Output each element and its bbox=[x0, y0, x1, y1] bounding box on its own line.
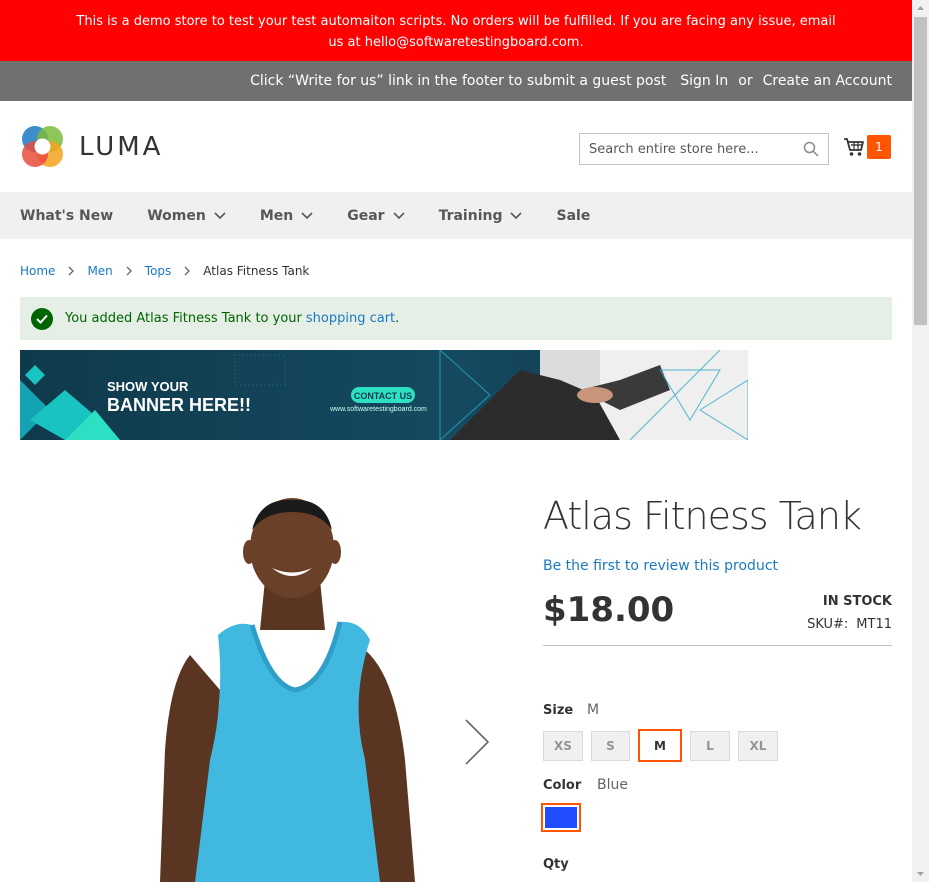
header-links: Click “Write for us” link in the footer … bbox=[0, 61, 912, 101]
banner-line1: SHOW YOUR bbox=[107, 379, 189, 394]
color-swatch-blue[interactable] bbox=[541, 803, 581, 832]
promo-banner[interactable]: SHOW YOUR BANNER HERE!! CONTACT US www.s… bbox=[20, 350, 748, 440]
stock-status: IN STOCK bbox=[822, 594, 892, 609]
chevron-down-icon bbox=[510, 212, 523, 220]
guest-post-note: Click “Write for us” link in the footer … bbox=[250, 73, 667, 89]
minicart[interactable]: 1 bbox=[843, 135, 891, 159]
size-option-xl[interactable]: XL bbox=[738, 731, 778, 761]
product-image bbox=[160, 498, 415, 882]
scroll-up-icon[interactable] bbox=[912, 0, 929, 17]
demo-notice: This is a demo store to test your test a… bbox=[0, 0, 912, 61]
breadcrumb-tops[interactable]: Tops bbox=[145, 264, 172, 278]
size-selected-value: M bbox=[587, 702, 600, 718]
page: This is a demo store to test your test a… bbox=[0, 0, 912, 882]
size-option-l[interactable]: L bbox=[690, 731, 730, 761]
message-text: You added Atlas Fitness Tank to your bbox=[65, 311, 302, 326]
sku: SKU#: MT11 bbox=[807, 617, 892, 632]
create-account-link[interactable]: Create an Account bbox=[763, 73, 892, 89]
site-header: LUMA 1 bbox=[0, 101, 912, 192]
review-link[interactable]: Be the first to review this product bbox=[543, 558, 778, 574]
banner-line2: BANNER HERE!! bbox=[107, 395, 251, 415]
search-input[interactable] bbox=[589, 141, 794, 157]
product-price: $18.00 bbox=[543, 590, 675, 630]
nav-label: Sale bbox=[556, 207, 591, 224]
scrollbar-thumb[interactable] bbox=[914, 17, 927, 325]
nav-label: Gear bbox=[347, 207, 385, 224]
banner-cta: CONTACT US bbox=[354, 391, 412, 401]
sign-in-link[interactable]: Sign In bbox=[680, 73, 728, 89]
swatch-fill bbox=[545, 807, 577, 828]
banner-artwork: SHOW YOUR BANNER HERE!! CONTACT US www.s… bbox=[20, 350, 748, 440]
size-options: XS S M L XL bbox=[543, 729, 778, 762]
nav-item-gear[interactable]: Gear bbox=[347, 207, 405, 224]
chevron-right-icon bbox=[126, 266, 132, 276]
chevron-right-icon bbox=[68, 266, 75, 276]
nav-item-training[interactable]: Training bbox=[439, 208, 523, 224]
size-option-xs[interactable]: XS bbox=[543, 731, 583, 761]
nav-item-women[interactable]: Women bbox=[147, 208, 226, 224]
breadcrumb: Home Men Tops Atlas Fitness Tank bbox=[20, 264, 309, 278]
product-gallery[interactable] bbox=[20, 460, 510, 882]
nav-item-sale[interactable]: Sale bbox=[556, 208, 590, 224]
chevron-down-icon bbox=[301, 212, 313, 220]
chevron-down-icon bbox=[392, 212, 405, 220]
success-message: You added Atlas Fitness Tank to your sho… bbox=[20, 297, 892, 340]
banner-url: www.softwaretestingboard.com bbox=[329, 406, 427, 413]
cart-icon[interactable] bbox=[843, 136, 865, 158]
qty-label: Qty bbox=[543, 857, 569, 872]
divider bbox=[543, 645, 892, 646]
checkmark-icon bbox=[31, 307, 53, 330]
nav-item-whats-new[interactable]: What's New bbox=[20, 208, 113, 224]
color-label: Color bbox=[543, 778, 582, 793]
sku-label: SKU#: bbox=[807, 617, 849, 632]
shopping-cart-link[interactable]: shopping cart bbox=[306, 311, 395, 326]
product-title: Atlas Fitness Tank bbox=[543, 494, 862, 538]
message-suffix: . bbox=[395, 311, 400, 326]
or-text: or bbox=[738, 73, 753, 89]
cart-count-badge[interactable]: 1 bbox=[867, 135, 891, 159]
main-nav: What's New Women Men Gear Training Sale bbox=[0, 192, 912, 239]
sku-value: MT11 bbox=[856, 617, 892, 632]
search-icon[interactable] bbox=[803, 141, 819, 157]
size-option-s[interactable]: S bbox=[591, 731, 630, 761]
luma-logo-icon bbox=[22, 126, 63, 167]
search-box[interactable] bbox=[579, 133, 829, 165]
breadcrumb-men[interactable]: Men bbox=[87, 264, 112, 278]
breadcrumb-current: Atlas Fitness Tank bbox=[203, 264, 310, 278]
nav-label: Women bbox=[147, 207, 206, 224]
page-scrollbar[interactable] bbox=[912, 0, 929, 882]
next-image-arrow-icon[interactable] bbox=[462, 716, 492, 768]
size-label: Size bbox=[543, 703, 574, 718]
nav-item-men[interactable]: Men bbox=[260, 208, 313, 224]
logo[interactable]: LUMA bbox=[20, 124, 163, 169]
chevron-right-icon bbox=[184, 266, 191, 276]
color-selected-value: Blue bbox=[597, 777, 628, 793]
size-option-m[interactable]: M bbox=[638, 729, 682, 762]
nav-label: Training bbox=[438, 207, 503, 224]
demo-notice-text: This is a demo store to test your test a… bbox=[76, 14, 836, 50]
breadcrumb-home[interactable]: Home bbox=[20, 264, 55, 278]
nav-label: What's New bbox=[20, 207, 114, 224]
scroll-down-icon[interactable] bbox=[912, 865, 929, 882]
chevron-down-icon bbox=[214, 212, 226, 220]
nav-label: Men bbox=[259, 207, 294, 224]
logo-text: LUMA bbox=[79, 131, 164, 162]
